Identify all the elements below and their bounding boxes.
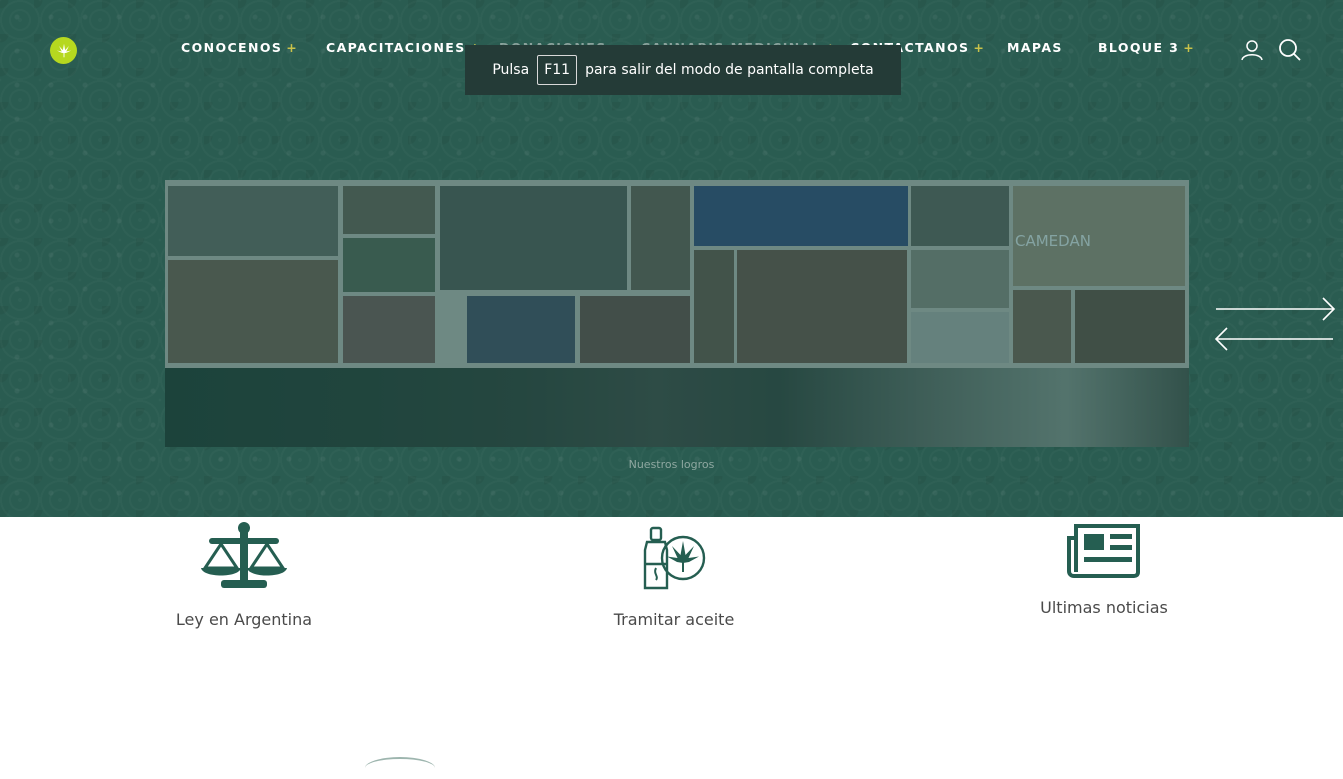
newspaper-icon: [1067, 524, 1140, 578]
banner-prefix: Pulsa: [492, 62, 530, 78]
oil-bottle-cannabis-icon: [643, 526, 706, 590]
partial-decoration: [365, 757, 435, 779]
slide-caption: Nuestros logros: [628, 458, 715, 471]
banner-suffix: para salir del modo de pantalla completa: [585, 62, 874, 78]
search-icon[interactable]: [1278, 38, 1302, 62]
fullscreen-exit-notice: Pulsa F11 para salir del modo de pantall…: [465, 45, 901, 95]
f11-key: F11: [537, 55, 578, 85]
site-logo[interactable]: [50, 37, 77, 64]
user-icon[interactable]: [1240, 38, 1264, 62]
slider-arrows-icon[interactable]: [1213, 295, 1337, 353]
nav-item-capacitaciones[interactable]: CAPACITACIONES+: [326, 40, 482, 55]
image-slider[interactable]: CAMEDAN: [165, 180, 1189, 447]
feature-tramitar-aceite[interactable]: Tramitar aceite: [544, 520, 804, 629]
feature-ley-argentina[interactable]: Ley en Argentina: [114, 520, 374, 629]
nav-item-conocenos[interactable]: CONOCENOS +: [181, 40, 298, 55]
nav-item-mapas[interactable]: MAPAS: [1007, 40, 1067, 55]
cannabis-leaf-icon: [56, 43, 71, 57]
feature-label: Ultimas noticias: [1040, 598, 1168, 617]
feature-label: Tramitar aceite: [613, 610, 735, 629]
feature-label: Ley en Argentina: [175, 610, 313, 629]
feature-ultimas-noticias[interactable]: Ultimas noticias: [974, 520, 1234, 617]
nav-item-bloque-3[interactable]: BLOQUE 3 +: [1098, 40, 1195, 55]
scales-icon: [201, 522, 287, 588]
